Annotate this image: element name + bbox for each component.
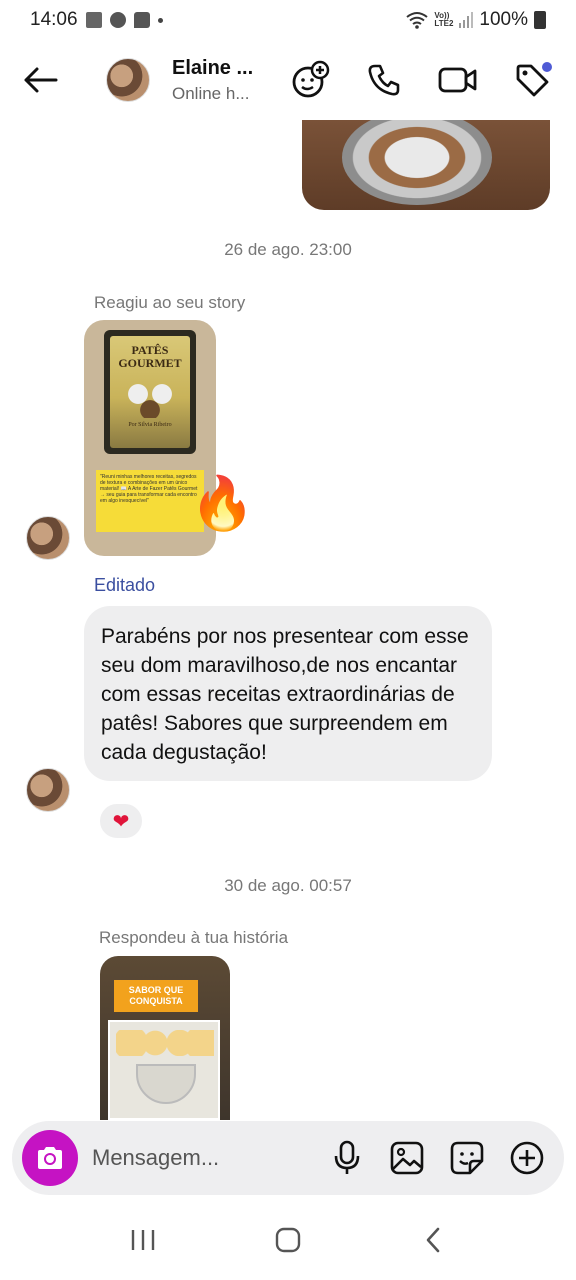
status-time: 14:06	[30, 9, 78, 30]
image-icon	[390, 1141, 424, 1175]
phone-icon	[368, 64, 400, 96]
chevron-left-icon	[427, 1227, 440, 1253]
message-bubble[interactable]: Parabéns por nos presentear com esse seu…	[84, 606, 492, 781]
status-bar: 14:06 Vo)) LTE2 100%	[0, 0, 576, 40]
home-button[interactable]	[258, 1210, 318, 1270]
video-call-button[interactable]	[432, 54, 484, 106]
food-photo	[108, 1020, 220, 1120]
date-separator: 26 de ago. 23:00	[224, 240, 352, 259]
story-reaction-label: Reagiu ao seu story	[94, 293, 246, 312]
story-banner: SABOR QUE CONQUISTA	[114, 980, 198, 1012]
recent-apps-button[interactable]	[113, 1210, 173, 1270]
voice-call-button[interactable]	[358, 54, 410, 106]
sender-avatar[interactable]	[26, 768, 70, 812]
camera-button[interactable]	[22, 1130, 78, 1186]
home-icon	[275, 1227, 301, 1253]
pdf-notification-icon	[85, 12, 102, 28]
microphone-icon	[334, 1140, 360, 1174]
back-button[interactable]	[18, 58, 62, 102]
wifi-icon	[406, 12, 429, 29]
system-back-button[interactable]	[403, 1210, 463, 1270]
fire-reaction-icon: 🔥	[190, 475, 255, 533]
heart-reaction-icon[interactable]: ❤	[98, 802, 144, 840]
story-reply-label: Respondeu à tua história	[99, 928, 289, 947]
contact-name: Elaine ...	[172, 56, 254, 79]
system-navigation-bar	[0, 1200, 576, 1280]
gallery-button[interactable]	[388, 1139, 426, 1177]
plus-circle-icon	[510, 1141, 544, 1175]
more-options-button[interactable]	[508, 1139, 546, 1177]
message-notification-icon	[133, 12, 150, 28]
more-notifications-icon	[157, 17, 163, 23]
label-tag-button[interactable]	[506, 54, 558, 106]
book-author: Por Silvia Ribeiro	[128, 422, 172, 428]
battery-icon	[534, 11, 546, 29]
recent-apps-icon	[131, 1230, 154, 1250]
add-avatar-icon	[292, 60, 330, 98]
book-food-illustration	[120, 378, 180, 418]
battery-percent: 100%	[479, 9, 528, 30]
sent-image-message[interactable]	[302, 120, 550, 210]
contact-info[interactable]: Elaine ... Online h...	[172, 57, 282, 104]
camera-icon	[38, 1147, 62, 1169]
video-camera-icon	[438, 67, 477, 93]
message-list[interactable]: 26 de ago. 23:00 Reagiu ao seu story PAT…	[0, 120, 576, 1120]
contact-avatar[interactable]	[106, 58, 150, 102]
date-separator: 30 de ago. 00:57	[224, 876, 352, 895]
sticker-button[interactable]	[448, 1139, 486, 1177]
notification-dot	[542, 62, 552, 72]
message-composer	[12, 1121, 564, 1195]
chat-header: Elaine ... Online h...	[0, 40, 576, 120]
book-title-line2: GOURMET	[118, 356, 182, 370]
food-image	[342, 120, 492, 205]
sticker-icon	[450, 1141, 484, 1175]
ebook-cover: PATÊS GOURMET Por Silvia Ribeiro	[104, 330, 196, 454]
voice-message-button[interactable]	[328, 1139, 366, 1177]
edited-label[interactable]: Editado	[94, 575, 155, 596]
volte-indicator: Vo)) LTE2	[434, 11, 454, 28]
arrow-left-icon	[24, 67, 58, 93]
signal-icon	[459, 12, 474, 28]
sender-avatar[interactable]	[26, 516, 70, 560]
story-reply-preview[interactable]: SABOR QUE CONQUISTA	[86, 956, 232, 1120]
promo-text: "Reuni minhas melhores receitas, segredo…	[96, 470, 204, 532]
message-input[interactable]	[92, 1145, 312, 1171]
whatsapp-notification-icon	[109, 12, 126, 28]
contact-status: Online h...	[172, 83, 250, 103]
avatar-sticker-button[interactable]	[284, 54, 336, 106]
